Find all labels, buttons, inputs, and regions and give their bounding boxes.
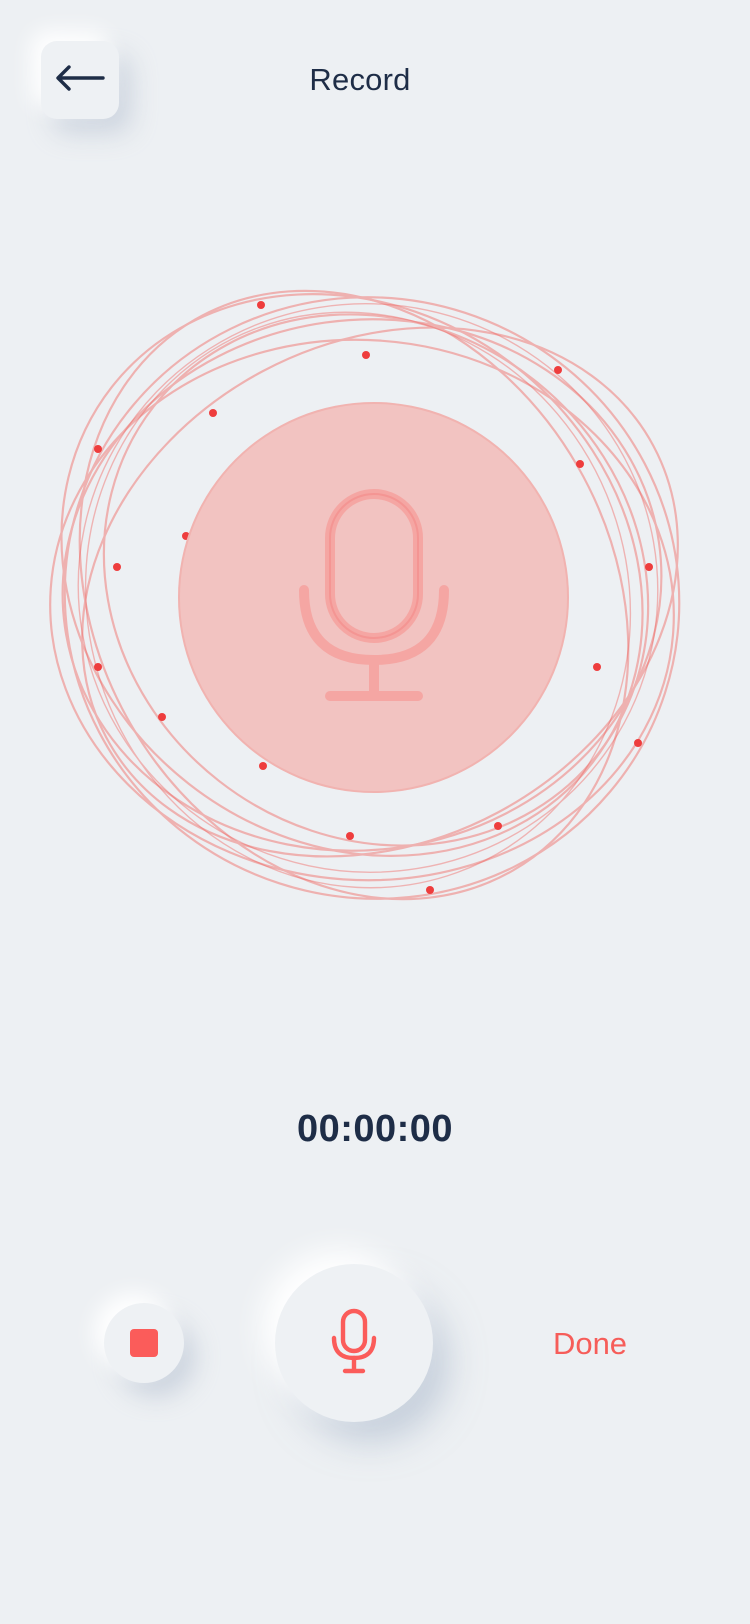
microphone-icon	[330, 1308, 378, 1379]
record-button[interactable]	[275, 1264, 433, 1422]
done-button[interactable]: Done	[540, 1322, 640, 1366]
record-screen: Record 00:00:00 Done	[0, 0, 750, 1624]
stop-icon	[130, 1329, 158, 1357]
stop-button[interactable]	[104, 1303, 184, 1383]
record-visual-disc[interactable]	[178, 402, 569, 793]
timer-display: 00:00:00	[296, 1108, 454, 1150]
page-title: Record	[309, 62, 411, 97]
